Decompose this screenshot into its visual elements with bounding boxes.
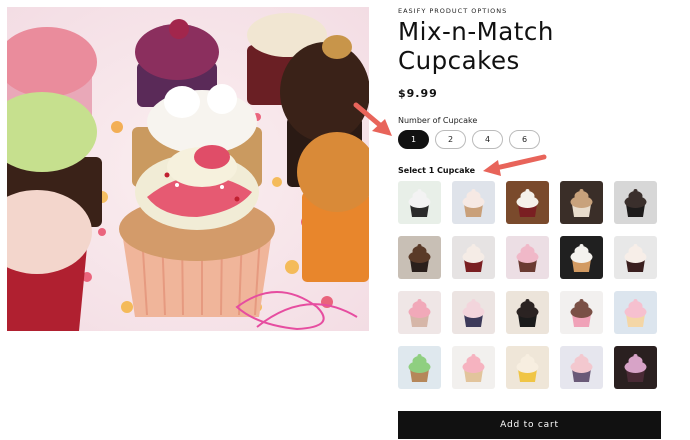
cupcake-thumbnail-image — [506, 291, 549, 334]
cupcake-thumbnail-image — [560, 291, 603, 334]
quantity-option-4[interactable]: 4 — [472, 130, 503, 149]
cupcake-thumbnail-13[interactable] — [506, 291, 549, 334]
cupcake-thumbnail-image — [560, 346, 603, 389]
cupcake-thumbnail-image — [614, 181, 657, 224]
cupcake-thumbnail-image — [398, 346, 441, 389]
cupcake-thumbnail-image — [614, 236, 657, 279]
quantity-option-label: Number of Cupcake — [398, 116, 478, 125]
cupcake-thumbnail-11[interactable] — [398, 291, 441, 334]
product-price: $9.99 — [398, 87, 438, 100]
cupcake-thumbnail-image — [506, 181, 549, 224]
cupcake-thumbnail-grid — [398, 181, 657, 389]
cupcake-thumbnail-18[interactable] — [506, 346, 549, 389]
product-title: Mix-n-Match Cupcakes — [398, 17, 554, 75]
vendor-label: EASIFY PRODUCT OPTIONS — [398, 7, 508, 15]
cupcake-thumbnail-1[interactable] — [398, 181, 441, 224]
cupcake-thumbnail-image — [452, 236, 495, 279]
cupcake-thumbnail-image — [560, 181, 603, 224]
cupcake-thumbnail-image — [560, 236, 603, 279]
quantity-option-6[interactable]: 6 — [509, 130, 540, 149]
cupcake-thumbnail-image — [398, 181, 441, 224]
cupcake-thumbnail-image — [614, 291, 657, 334]
cupcakes-photo — [7, 7, 369, 331]
quantity-option-1[interactable]: 1 — [398, 130, 429, 149]
arrow-to-cupcake-selector — [483, 154, 547, 176]
cupcake-thumbnail-10[interactable] — [614, 236, 657, 279]
cupcake-thumbnail-8[interactable] — [506, 236, 549, 279]
cupcake-thumbnail-9[interactable] — [560, 236, 603, 279]
cupcake-thumbnail-14[interactable] — [560, 291, 603, 334]
cupcake-thumbnail-image — [452, 181, 495, 224]
cupcake-thumbnail-image — [452, 346, 495, 389]
cupcake-thumbnail-3[interactable] — [506, 181, 549, 224]
cupcake-thumbnail-image — [452, 291, 495, 334]
cupcake-thumbnail-15[interactable] — [614, 291, 657, 334]
cupcake-thumbnail-20[interactable] — [614, 346, 657, 389]
cupcake-thumbnail-4[interactable] — [560, 181, 603, 224]
cupcake-thumbnail-image — [398, 236, 441, 279]
cupcake-thumbnail-image — [506, 346, 549, 389]
cupcake-thumbnail-image — [614, 346, 657, 389]
product-main-image — [7, 7, 369, 331]
cupcake-thumbnail-6[interactable] — [398, 236, 441, 279]
cupcake-thumbnail-2[interactable] — [452, 181, 495, 224]
cupcake-thumbnail-17[interactable] — [452, 346, 495, 389]
cupcake-thumbnail-19[interactable] — [560, 346, 603, 389]
cupcake-thumbnail-5[interactable] — [614, 181, 657, 224]
quantity-option-2[interactable]: 2 — [435, 130, 466, 149]
cupcake-thumbnail-image — [506, 236, 549, 279]
cupcake-selector-label: Select 1 Cupcake — [398, 166, 476, 175]
cupcake-thumbnail-16[interactable] — [398, 346, 441, 389]
add-to-cart-button[interactable]: Add to cart — [398, 411, 661, 439]
cupcake-thumbnail-image — [398, 291, 441, 334]
cupcake-thumbnail-7[interactable] — [452, 236, 495, 279]
quantity-option-group: 1 2 4 6 — [398, 130, 540, 149]
cupcake-thumbnail-12[interactable] — [452, 291, 495, 334]
